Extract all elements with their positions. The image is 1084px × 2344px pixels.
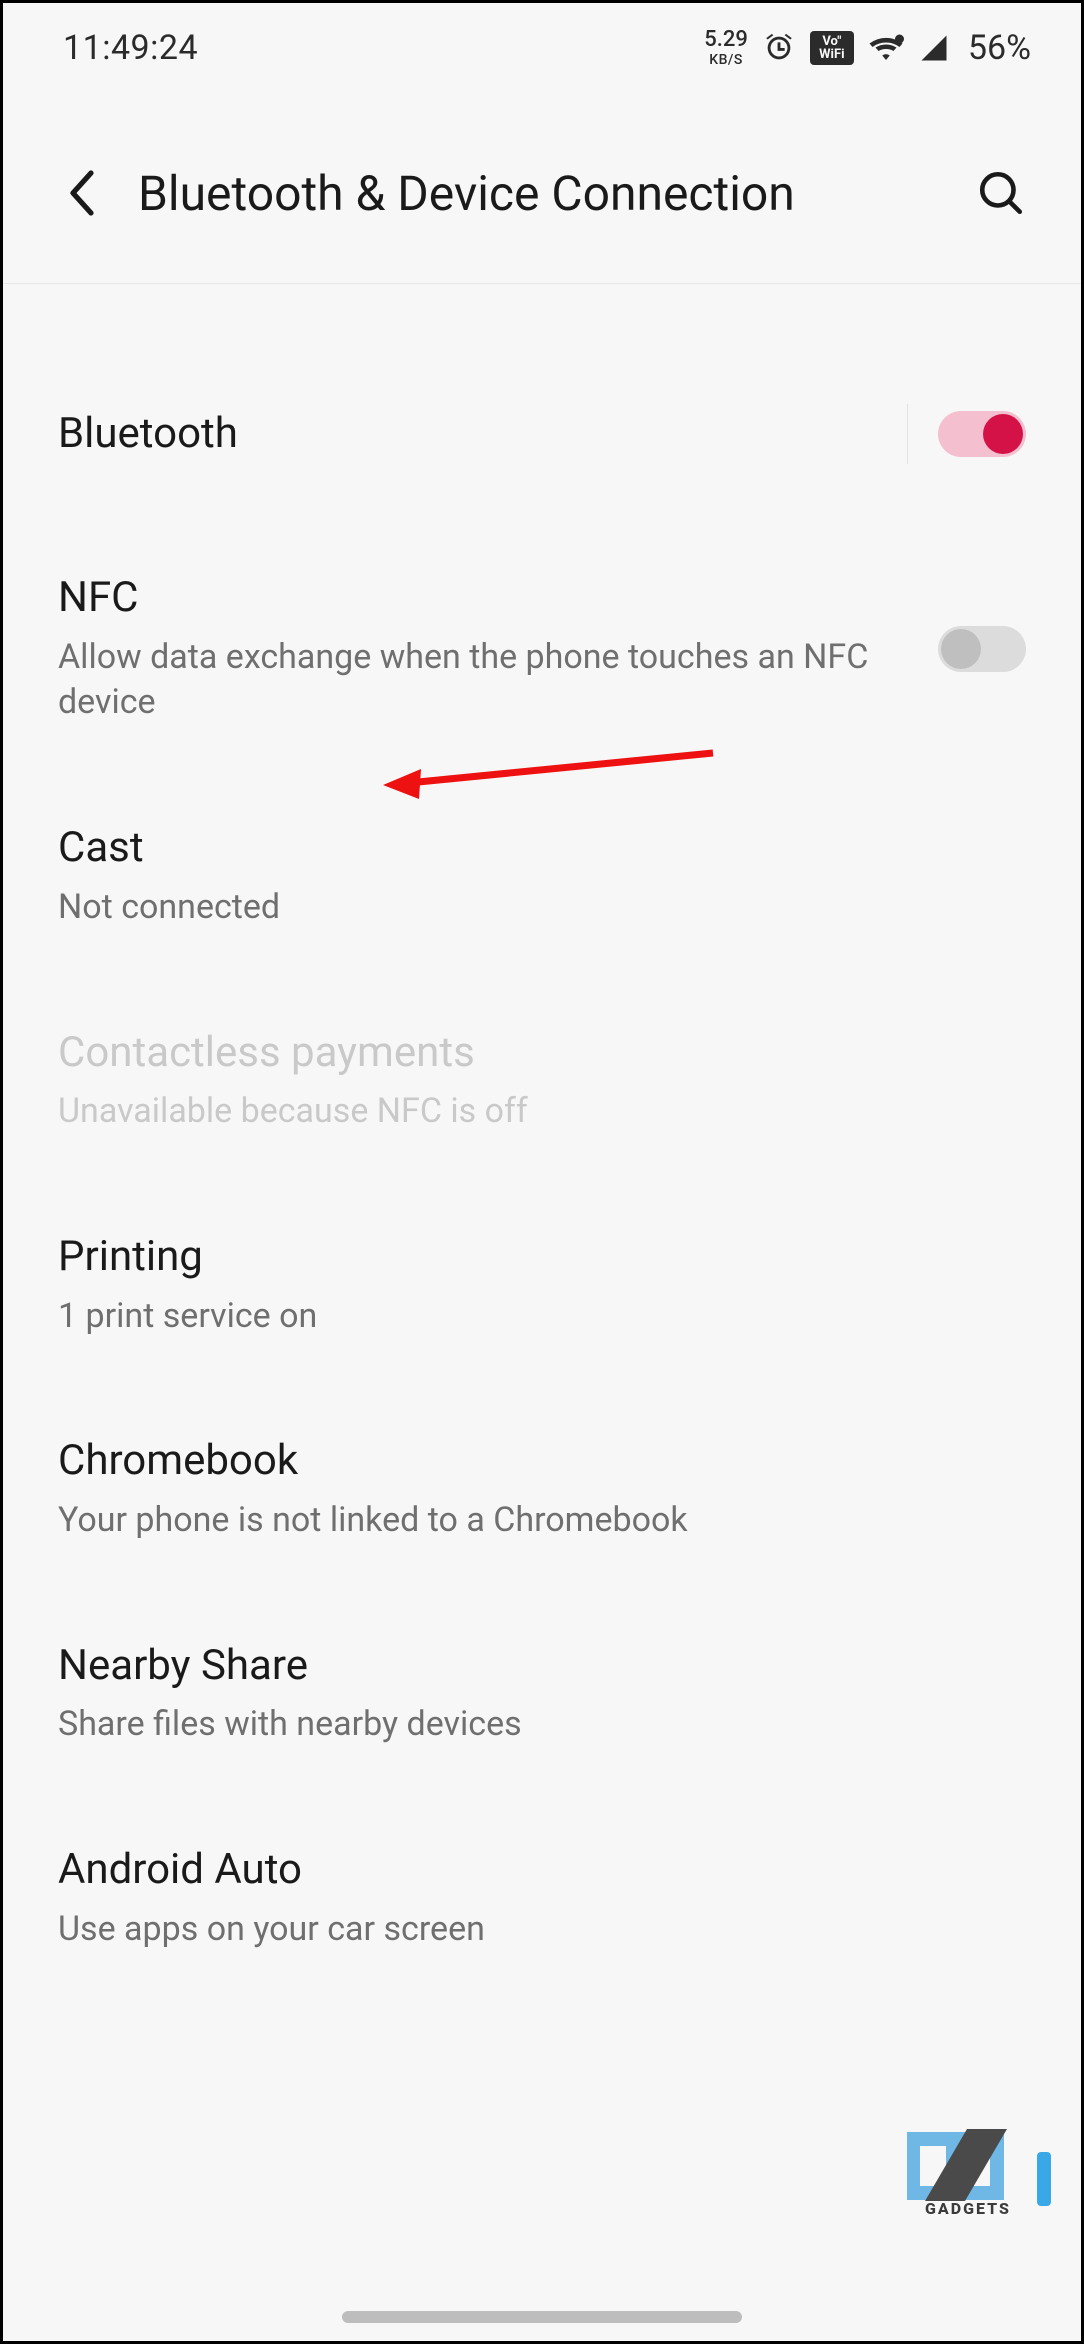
row-title: Bluetooth <box>58 408 877 461</box>
bluetooth-toggle[interactable] <box>938 411 1026 457</box>
wifi-icon <box>868 33 904 63</box>
row-title: Cast <box>58 822 996 875</box>
navigation-handle[interactable] <box>342 2311 742 2323</box>
row-chromebook[interactable]: Chromebook Your phone is not linked to a… <box>3 1407 1081 1571</box>
row-android-auto[interactable]: Android Auto Use apps on your car screen <box>3 1816 1081 1980</box>
row-sub: Not connected <box>58 885 996 931</box>
cellular-signal-icon <box>918 33 950 63</box>
toggle-divider <box>907 404 908 464</box>
watermark-bar-icon <box>1037 2152 1051 2206</box>
battery-percentage: 56% <box>968 28 1031 68</box>
nfc-toggle[interactable] <box>938 626 1026 672</box>
search-icon <box>976 168 1026 218</box>
back-button[interactable] <box>53 166 108 221</box>
row-cast[interactable]: Cast Not connected <box>3 794 1081 958</box>
watermark-text: GADGETS <box>925 2199 1011 2218</box>
row-title: Chromebook <box>58 1435 996 1488</box>
network-speed-indicator: 5.29 KB/S <box>704 29 748 67</box>
row-title: Contactless payments <box>58 1027 996 1080</box>
chevron-left-icon <box>66 169 96 217</box>
alarm-icon <box>762 31 796 65</box>
row-title: NFC <box>58 572 908 625</box>
row-nearby-share[interactable]: Nearby Share Share files with nearby dev… <box>3 1612 1081 1776</box>
row-sub: Allow data exchange when the phone touch… <box>58 635 908 727</box>
status-right: 5.29 KB/S Vo" WiFi 56% <box>704 28 1031 68</box>
row-title: Android Auto <box>58 1844 996 1897</box>
vowifi-icon: Vo" WiFi <box>810 31 854 65</box>
watermark: GADGETS <box>907 2121 1051 2216</box>
row-title: Nearby Share <box>58 1640 996 1693</box>
row-printing[interactable]: Printing 1 print service on <box>3 1203 1081 1367</box>
row-sub: Share files with nearby devices <box>58 1702 996 1748</box>
row-contactless-payments: Contactless payments Unavailable because… <box>3 999 1081 1163</box>
search-button[interactable] <box>971 163 1031 223</box>
watermark-logo-icon: GADGETS <box>907 2121 1027 2216</box>
row-title: Printing <box>58 1231 996 1284</box>
row-sub: Unavailable because NFC is off <box>58 1089 996 1135</box>
status-time: 11:49:24 <box>63 28 198 68</box>
row-bluetooth[interactable]: Bluetooth <box>3 364 1081 504</box>
status-bar: 11:49:24 5.29 KB/S Vo" WiFi 56% <box>3 3 1081 93</box>
settings-list: Bluetooth NFC Allow data exchange when t… <box>3 284 1081 1981</box>
row-sub: Use apps on your car screen <box>58 1907 996 1953</box>
row-nfc[interactable]: NFC Allow data exchange when the phone t… <box>3 544 1081 754</box>
row-sub: Your phone is not linked to a Chromebook <box>58 1498 996 1544</box>
app-header: Bluetooth & Device Connection <box>3 93 1081 284</box>
page-title: Bluetooth & Device Connection <box>138 165 941 222</box>
row-sub: 1 print service on <box>58 1294 996 1340</box>
